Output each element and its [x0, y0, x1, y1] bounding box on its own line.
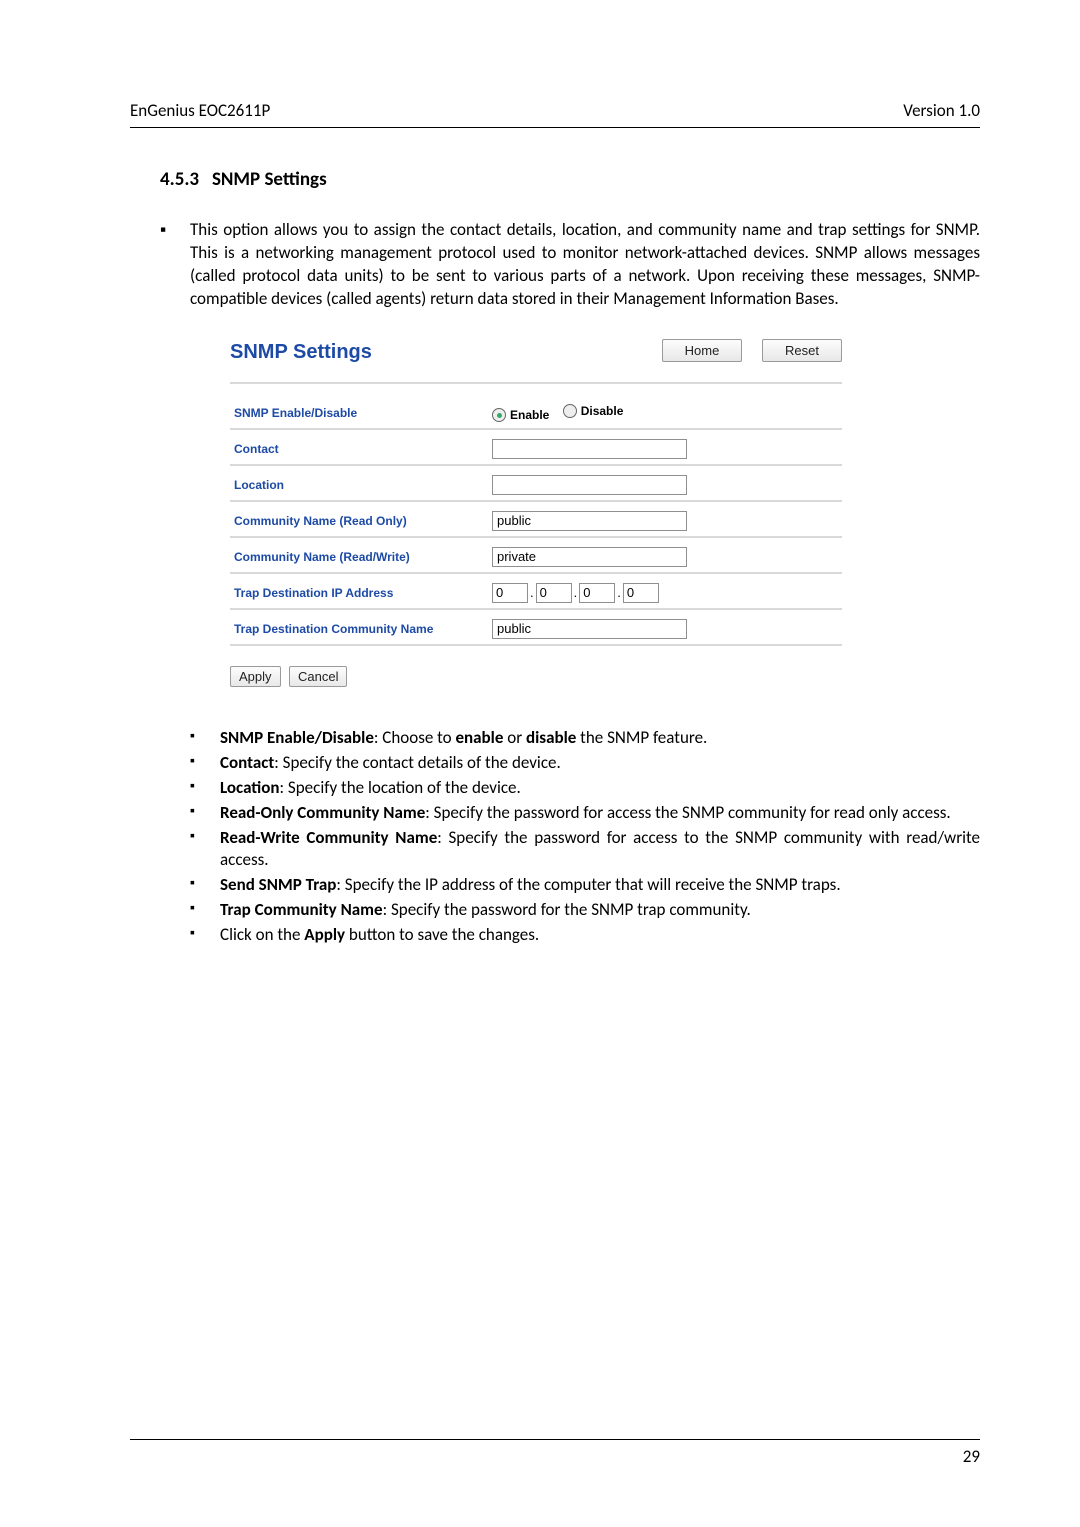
desc-text: : Specify the password for access the SN… [425, 802, 950, 823]
snmp-form-table: SNMP Enable/Disable Enable Disable Conta… [230, 394, 842, 646]
desc-text: : Choose to [374, 727, 456, 748]
desc-bold: Trap Community Name [220, 899, 383, 920]
desc-text: : Specify the location of the device. [280, 777, 521, 798]
ip-dot: . [572, 585, 580, 600]
row-enable: SNMP Enable/Disable Enable Disable [230, 394, 842, 429]
field-enable: Enable Disable [488, 394, 706, 429]
desc-bold: Contact [220, 752, 274, 773]
header-left: EnGenius EOC2611P [130, 100, 270, 121]
desc-text: button to save the changes. [345, 924, 539, 945]
desc-bold: Read-Only Community Name [220, 802, 425, 823]
page-number: 29 [963, 1446, 980, 1467]
home-button[interactable]: Home [662, 339, 742, 362]
cancel-button[interactable]: Cancel [289, 666, 347, 687]
desc-bold: disable [526, 727, 576, 748]
comm-ro-input[interactable] [492, 511, 687, 531]
trap-comm-input[interactable] [492, 619, 687, 639]
radio-enable[interactable]: Enable [492, 408, 549, 422]
intro-text: This option allows you to assign the con… [190, 219, 980, 309]
row-location: Location [230, 465, 842, 501]
row-trap-comm: Trap Destination Community Name [230, 609, 842, 645]
embedded-screenshot: SNMP Settings Home Reset SNMP Enable/Dis… [230, 337, 842, 687]
field-trap-ip: ... [488, 573, 706, 609]
desc-bold: Read-Write Community Name [220, 827, 437, 848]
row-trap-ip: Trap Destination IP Address ... [230, 573, 842, 609]
section-number: 4.5.3 [160, 168, 199, 191]
section-heading: 4.5.3 SNMP Settings [160, 168, 980, 191]
apply-button[interactable]: Apply [230, 666, 281, 687]
list-item: Read-Write Community Name: Specify the p… [190, 827, 980, 873]
list-item: Contact: Specify the contact details of … [190, 752, 980, 775]
desc-bold: Send SNMP Trap [220, 874, 336, 895]
ip-octet-2[interactable] [536, 583, 572, 603]
desc-text: : Specify the IP address of the computer… [336, 874, 840, 895]
ip-octet-4[interactable] [623, 583, 659, 603]
radio-disable-label: Disable [581, 404, 624, 418]
desc-bold: Apply [304, 924, 345, 945]
list-item: Location: Specify the location of the de… [190, 777, 980, 800]
reset-button[interactable]: Reset [762, 339, 842, 362]
section-title: SNMP Settings [212, 168, 327, 191]
header-right: Version 1.0 [903, 100, 980, 121]
intro-paragraph: ▪This option allows you to assign the co… [130, 219, 980, 311]
label-comm-rw: Community Name (Read/Write) [230, 537, 488, 573]
list-item: SNMP Enable/Disable: Choose to enable or… [190, 727, 980, 750]
location-input[interactable] [492, 475, 687, 495]
row-comm-ro: Community Name (Read Only) [230, 501, 842, 537]
desc-text: the SNMP feature. [576, 727, 707, 748]
desc-bold: enable [455, 727, 503, 748]
ip-octet-1[interactable] [492, 583, 528, 603]
label-trap-comm: Trap Destination Community Name [230, 609, 488, 645]
page: EnGenius EOC2611P Version 1.0 4.5.3 SNMP… [0, 0, 1080, 1527]
bullet-icon: ▪ [160, 219, 190, 242]
ip-dot: . [528, 585, 536, 600]
row-comm-rw: Community Name (Read/Write) [230, 537, 842, 573]
contact-input[interactable] [492, 439, 687, 459]
desc-bold: SNMP Enable/Disable [220, 727, 374, 748]
desc-text: Click on the [220, 924, 304, 945]
radio-enable-label: Enable [510, 408, 549, 422]
desc-text: : Specify the contact details of the dev… [274, 752, 561, 773]
label-comm-ro: Community Name (Read Only) [230, 501, 488, 537]
page-footer: 29 [130, 1439, 980, 1467]
snmp-title: SNMP Settings [230, 337, 372, 382]
list-item: Click on the Apply button to save the ch… [190, 924, 980, 947]
desc-text: : Specify the password for the SNMP trap… [383, 899, 751, 920]
snmp-header: SNMP Settings Home Reset [230, 337, 842, 384]
label-contact: Contact [230, 429, 488, 465]
list-item: Read-Only Community Name: Specify the pa… [190, 802, 980, 825]
ip-dot: . [615, 585, 623, 600]
label-trap-ip: Trap Destination IP Address [230, 573, 488, 609]
desc-text: or [503, 727, 526, 748]
label-enable: SNMP Enable/Disable [230, 394, 488, 429]
row-contact: Contact [230, 429, 842, 465]
comm-rw-input[interactable] [492, 547, 687, 567]
radio-disable[interactable]: Disable [563, 404, 624, 418]
radio-icon [563, 404, 577, 418]
list-item: Send SNMP Trap: Specify the IP address o… [190, 874, 980, 897]
snmp-header-buttons: Home Reset [662, 337, 842, 362]
radio-icon [492, 408, 506, 422]
desc-bold: Location [220, 777, 280, 798]
apply-row: Apply Cancel [230, 666, 842, 687]
list-item: Trap Community Name: Specify the passwor… [190, 899, 980, 922]
ip-octet-3[interactable] [579, 583, 615, 603]
label-location: Location [230, 465, 488, 501]
description-list: SNMP Enable/Disable: Choose to enable or… [130, 727, 980, 947]
page-header: EnGenius EOC2611P Version 1.0 [130, 100, 980, 128]
